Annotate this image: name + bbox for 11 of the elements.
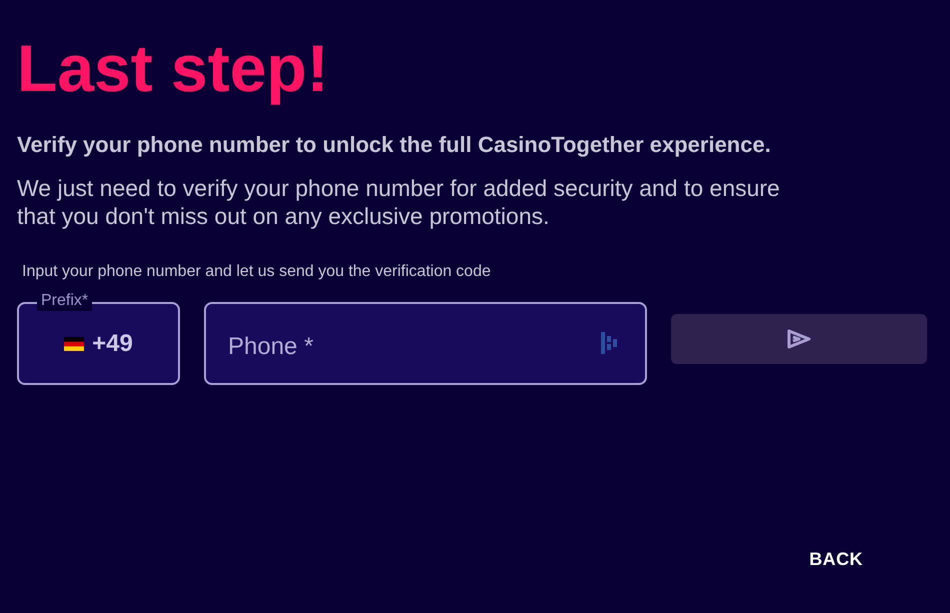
description: We just need to verify your phone number for added security and to ensure that you don't miss out on any exclusive promotions.: [17, 174, 781, 230]
page-title: Last step!: [17, 30, 329, 106]
phone-field[interactable]: Phone *: [204, 302, 647, 385]
field-label: Prefix*: [37, 291, 92, 311]
back-button[interactable]: BACK: [809, 546, 863, 573]
hint-text: Input your phone number and let us send you the verification code: [22, 262, 491, 282]
password-manager-icon[interactable]: [601, 332, 617, 354]
subtitle: Verify your phone number to unlock the full CasinoTogether experience.: [17, 131, 772, 159]
flag-icon: [64, 336, 84, 350]
send-icon: [787, 329, 811, 349]
prefix-value: +49: [92, 328, 133, 358]
